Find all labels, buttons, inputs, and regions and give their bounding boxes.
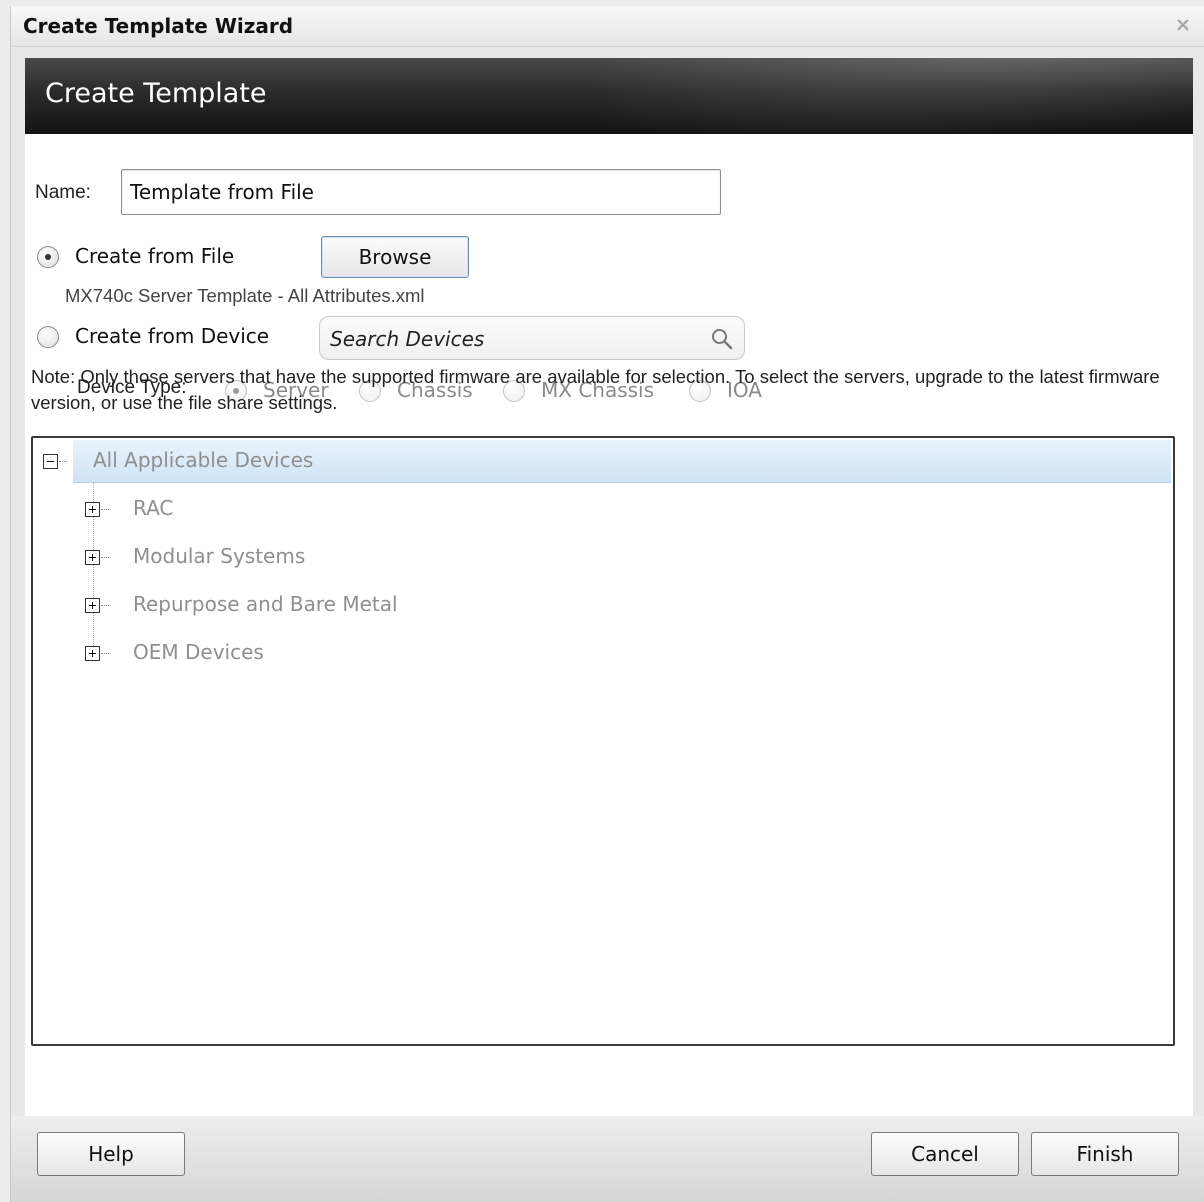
create-from-file-label[interactable]: Create from File	[75, 244, 234, 268]
browse-button[interactable]: Browse	[321, 236, 469, 278]
banner-sheen	[526, 58, 1193, 134]
close-icon-glyph	[1177, 19, 1189, 31]
tree-root-label[interactable]: All Applicable Devices	[93, 448, 313, 472]
tree-connector	[101, 653, 109, 655]
tree-connector	[59, 461, 67, 463]
tree-expand-icon[interactable]	[85, 502, 100, 517]
device-tree[interactable]: All Applicable Devices RAC Modular Syste…	[31, 436, 1175, 1046]
tree-connector	[101, 557, 109, 559]
create-from-file-radio[interactable]	[37, 246, 59, 268]
create-from-device-radio[interactable]	[37, 326, 59, 348]
search-devices-placeholder: Search Devices	[330, 327, 485, 351]
search-devices-field[interactable]: Search Devices	[319, 316, 745, 360]
cancel-button[interactable]: Cancel	[871, 1132, 1019, 1176]
banner-title: Create Template	[45, 78, 267, 109]
name-label: Name:	[35, 182, 91, 203]
wizard-footer	[11, 1116, 1204, 1202]
tree-item-modular-systems[interactable]: Modular Systems	[133, 544, 305, 568]
wizard-window: Create Template Wizard Create Template N…	[10, 6, 1204, 1202]
tree-item-rac[interactable]: RAC	[133, 496, 173, 520]
close-icon[interactable]	[1175, 18, 1191, 34]
tree-expand-icon[interactable]	[85, 550, 100, 565]
search-icon[interactable]	[710, 327, 734, 351]
tree-expand-icon[interactable]	[85, 646, 100, 661]
search-icon-glyph	[712, 329, 733, 350]
tree-connector	[101, 509, 109, 511]
tree-item-repurpose-bare-metal[interactable]: Repurpose and Bare Metal	[133, 592, 398, 616]
finish-button[interactable]: Finish	[1031, 1132, 1179, 1176]
create-from-device-label[interactable]: Create from Device	[75, 324, 269, 348]
name-input[interactable]: Template from File	[121, 169, 721, 215]
tree-item-oem-devices[interactable]: OEM Devices	[133, 640, 264, 664]
tree-connector	[101, 605, 109, 607]
firmware-note: Note: Only those servers that have the s…	[31, 366, 1160, 413]
selected-file-name: MX740c Server Template - All Attributes.…	[65, 285, 425, 306]
tree-expand-icon[interactable]	[85, 598, 100, 613]
title-bar: Create Template Wizard	[11, 6, 1204, 47]
wizard-banner: Create Template	[25, 58, 1193, 134]
window-title: Create Template Wizard	[23, 14, 294, 38]
tree-root-collapse-icon[interactable]	[43, 454, 58, 469]
help-button[interactable]: Help	[37, 1132, 185, 1176]
